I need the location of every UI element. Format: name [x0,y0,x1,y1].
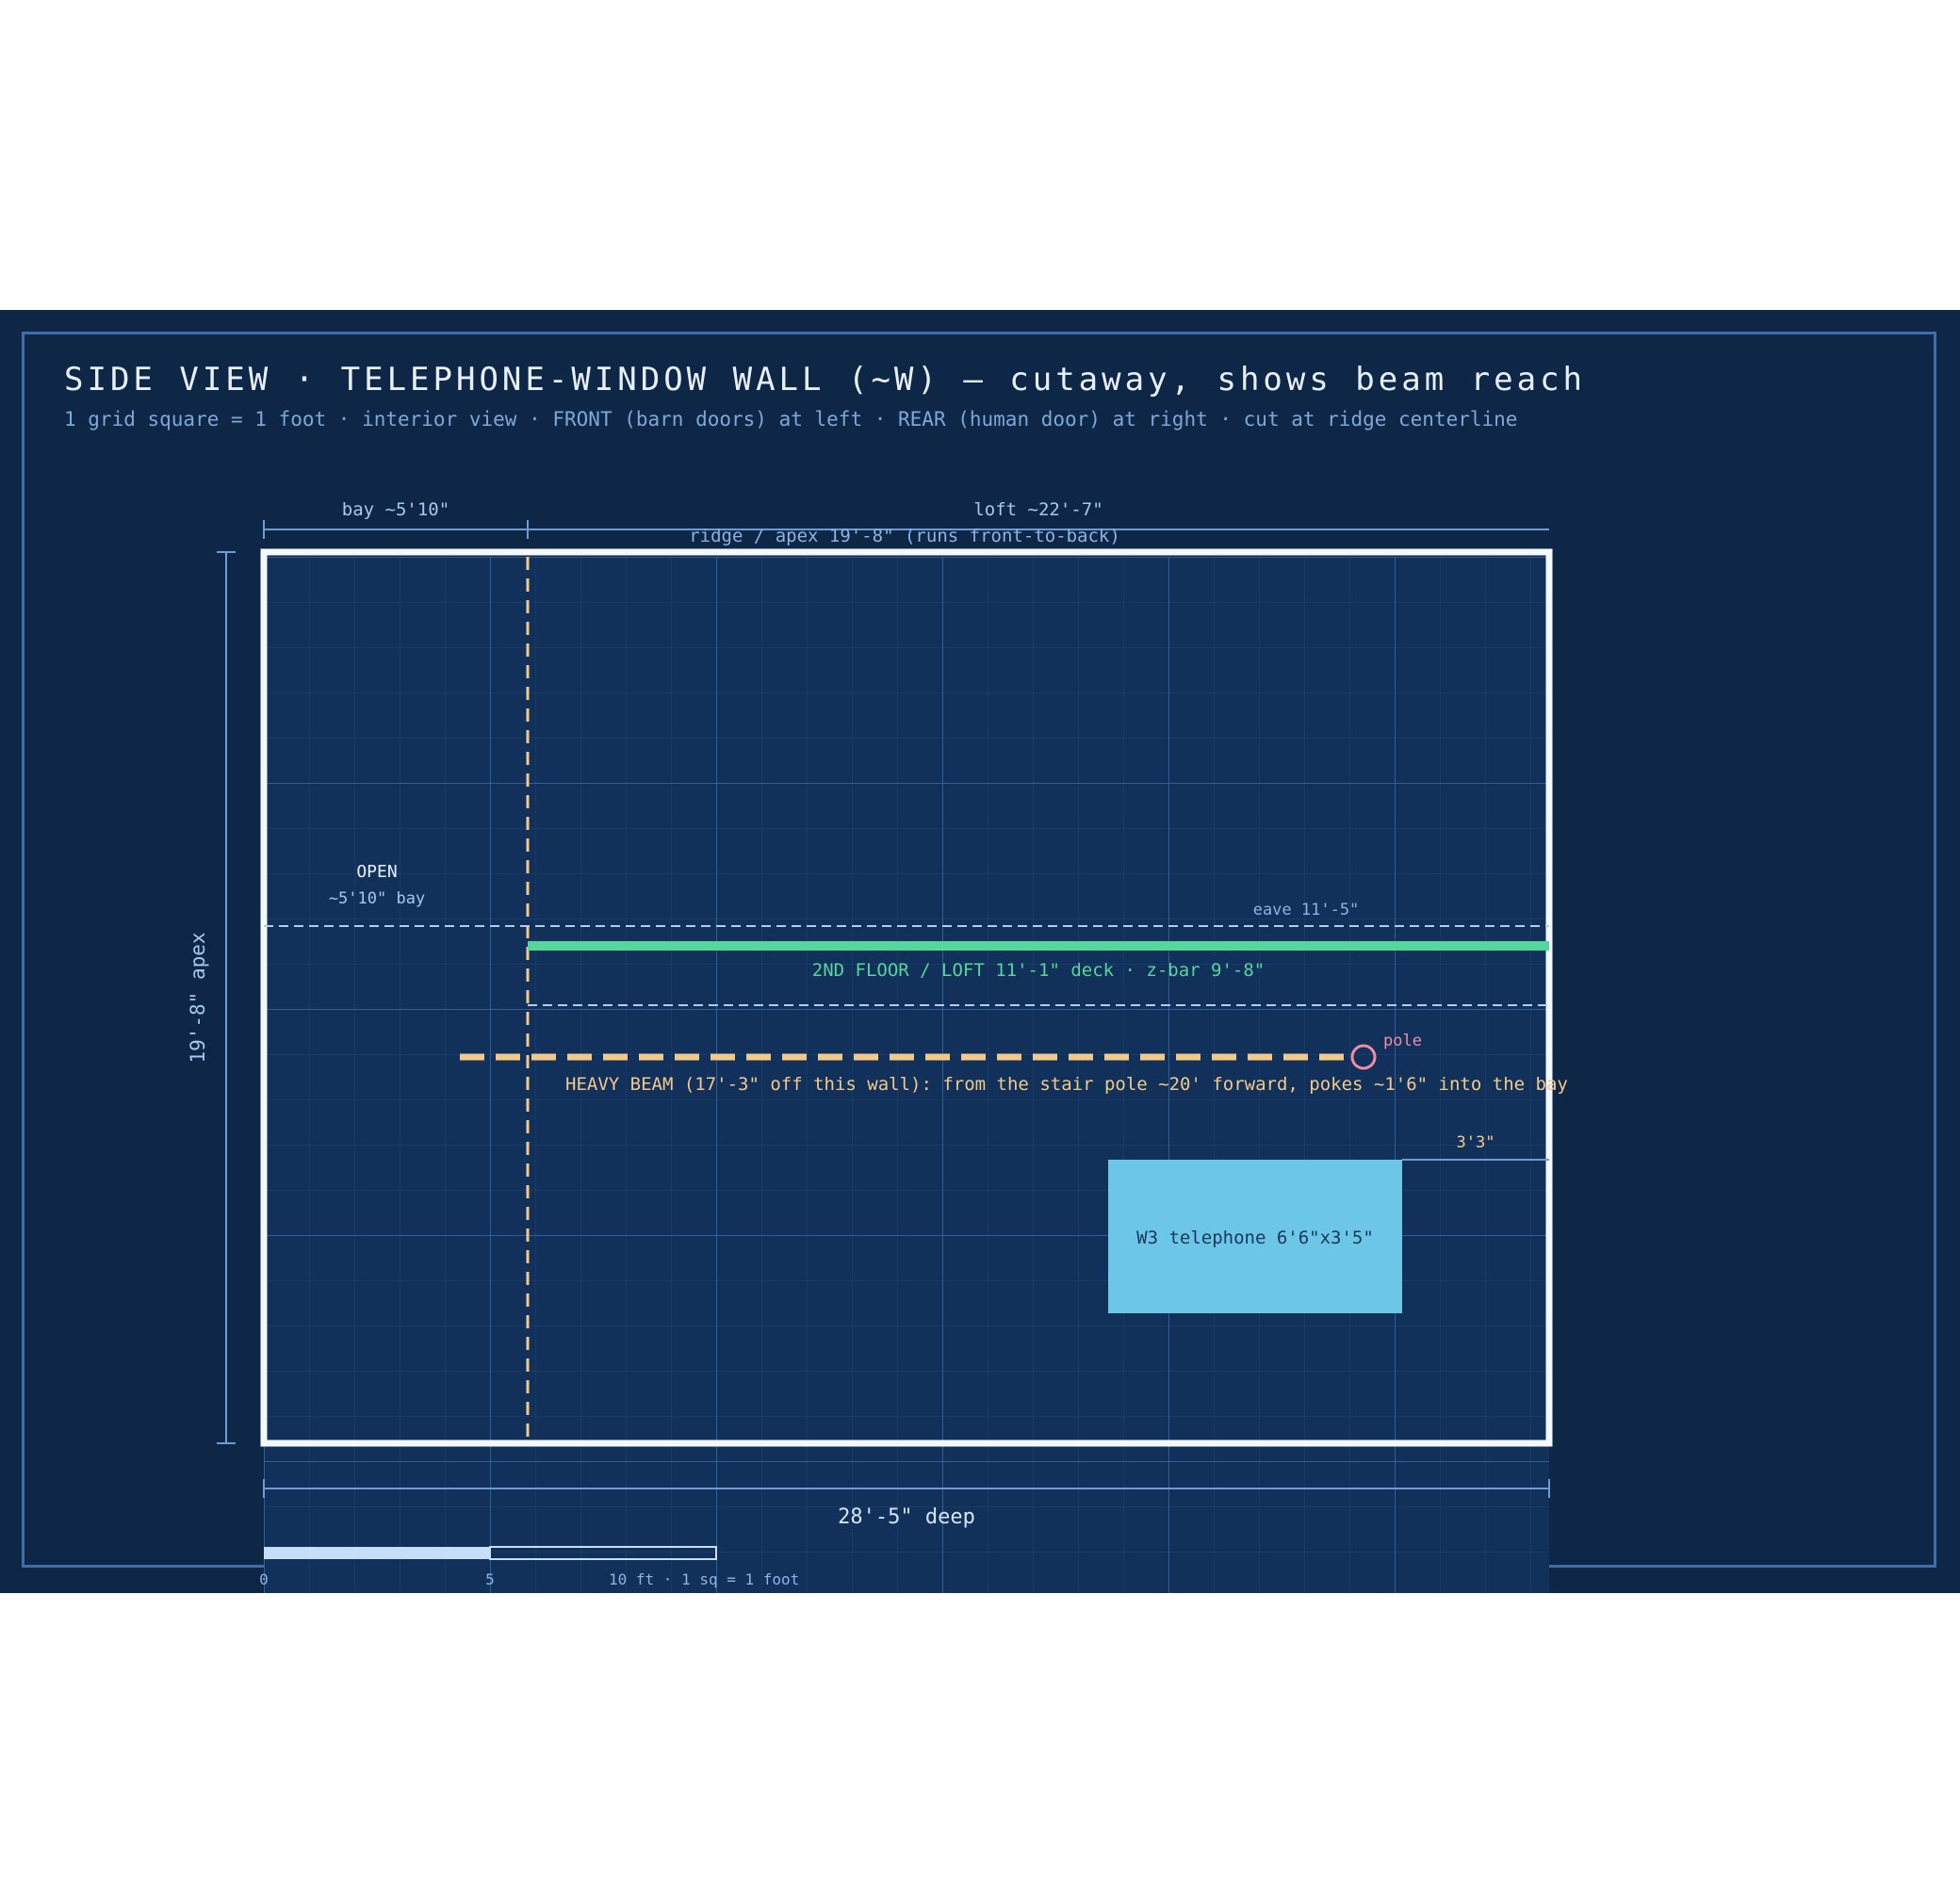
ridge-label: ridge / apex 19'-8" (runs front-to-back) [689,526,1120,546]
scale-tick-0: 0 [259,1570,269,1588]
open-label: OPEN [356,862,397,882]
window-offset-label: 3'3" [1457,1133,1495,1152]
scale-tick-10: 10 ft · 1 sq = 1 foot [609,1570,799,1588]
scale-tick-5: 5 [485,1570,495,1588]
scale-bar-filled [264,1547,490,1559]
side-view-diagram: bay ~5'10" loft ~22'-7" ridge / apex 19'… [187,499,1568,1593]
pole-label: pole [1383,1032,1422,1050]
window-label: W3 telephone 6'6"x3'5" [1136,1228,1374,1248]
height-dimension-label: 19'-8" apex [187,932,209,1063]
drawing-panel: SIDE VIEW · TELEPHONE-WINDOW WALL (~W) —… [0,310,1960,1593]
depth-dimension-label: 28'-5" deep [838,1505,975,1529]
eave-label: eave 11'-5" [1253,901,1360,919]
loft-dimension-label: loft ~22'-7" [973,499,1102,520]
loft-floor-label: 2ND FLOOR / LOFT 11'-1" deck · z-bar 9'-… [812,960,1265,981]
bay-dimension-label: bay ~5'10" [342,499,449,520]
beam-label: HEAVY BEAM (17'-3" off this wall): from … [565,1074,1568,1095]
open-bay-label: ~5'10" bay [329,889,425,908]
